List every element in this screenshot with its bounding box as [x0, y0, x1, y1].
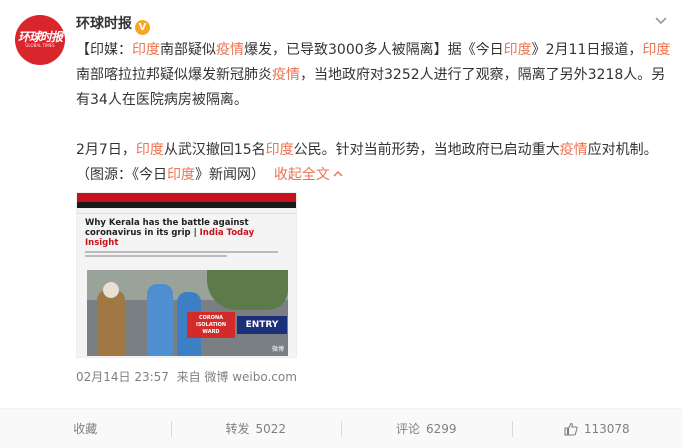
text-segment: 【印媒：	[76, 42, 132, 58]
keyword-link[interactable]: 印度	[642, 42, 670, 58]
keyword-link[interactable]: 印度	[132, 42, 160, 58]
text-segment: 从武汉撤回15名	[163, 142, 266, 158]
isolation-ward-sign: CORONA ISOLATION WARD	[187, 312, 235, 338]
account-name[interactable]: 环球时报	[76, 16, 132, 32]
image-site-header	[77, 193, 296, 202]
text-segment: 公民。针对当前形势，当地政府已启动重大	[293, 142, 560, 158]
like-button[interactable]: 113078	[511, 409, 682, 448]
post-text: 【印媒：印度南部疑似疫情爆发，已导致3000多人被隔离】据《今日印度》2月11日…	[76, 38, 672, 188]
favorite-button[interactable]: 收藏	[0, 409, 171, 448]
keyword-link[interactable]: 印度	[266, 142, 294, 158]
action-bar: 收藏 转发 5022 评论 6299 113078	[0, 408, 682, 448]
text-segment: 南部疑似	[160, 42, 216, 58]
repost-label: 转发	[225, 422, 250, 436]
post-meta: 02月14日 23:57 来自 微博 weibo.com	[76, 369, 297, 385]
comment-count: 6299	[425, 421, 457, 436]
post-time[interactable]: 02月14日 23:57	[76, 370, 169, 384]
text-segment: 南部喀拉拉邦疑似爆发新冠肺炎	[76, 67, 272, 83]
like-count: 113078	[583, 421, 630, 436]
repost-count: 5022	[255, 421, 287, 436]
image-headline: Why Kerala has the battle against corona…	[77, 214, 296, 248]
text-segment: 》新闻网）	[195, 167, 265, 183]
keyword-link[interactable]: 疫情	[216, 42, 244, 58]
text-segment: 应对机制。	[587, 142, 658, 158]
image-watermark: 微博	[271, 346, 284, 353]
comment-label: 评论	[395, 422, 420, 436]
text-segment: 2月7日，	[76, 142, 136, 158]
weibo-post-card: 环球时报 GLOBAL TIMES 环球时报 V 【印媒：印度南部疑似疫情爆发，已…	[0, 0, 682, 448]
post-image[interactable]: Why Kerala has the battle against corona…	[76, 192, 297, 358]
thumbs-up-icon	[564, 422, 578, 436]
repost-button[interactable]: 转发 5022	[170, 409, 342, 448]
keyword-link[interactable]: 印度	[136, 142, 164, 158]
entry-sign: ENTRY	[237, 316, 287, 334]
avatar-logo-sub: GLOBAL TIMES	[25, 43, 55, 48]
post-paragraph-1: 【印媒：印度南部疑似疫情爆发，已导致3000多人被隔离】据《今日印度》2月11日…	[76, 38, 672, 113]
favorite-label: 收藏	[73, 422, 98, 436]
post-source: 来自 微博 weibo.com	[176, 370, 297, 384]
account-name-row: 环球时报 V	[76, 14, 150, 35]
text-segment: 爆发，已导致3000多人被隔离】据《今日	[244, 42, 504, 58]
chevron-up-icon[interactable]	[333, 169, 343, 179]
verified-badge-icon: V	[135, 20, 150, 35]
keyword-link[interactable]: 印度	[167, 167, 195, 183]
comment-button[interactable]: 评论 6299	[341, 409, 512, 448]
keyword-link[interactable]: 疫情	[272, 67, 300, 83]
collapse-text-link[interactable]: 收起全文	[274, 167, 330, 183]
chevron-down-icon[interactable]	[654, 14, 668, 28]
post-paragraph-2: 2月7日，印度从武汉撤回15名印度公民。针对当前形势，当地政府已启动重大疫情应对…	[76, 138, 672, 188]
image-photo-scene: CORONA ISOLATION WARD ENTRY 微博	[87, 270, 288, 356]
keyword-link[interactable]: 印度	[504, 42, 532, 58]
keyword-link[interactable]: 疫情	[560, 142, 588, 158]
avatar-logo-text: 环球时报	[17, 30, 63, 44]
text-segment: 》2月11日报道，	[531, 42, 643, 58]
image-body-lines	[77, 248, 296, 262]
avatar[interactable]: 环球时报 GLOBAL TIMES	[15, 15, 65, 65]
text-segment: （图源：《今日	[76, 167, 167, 183]
